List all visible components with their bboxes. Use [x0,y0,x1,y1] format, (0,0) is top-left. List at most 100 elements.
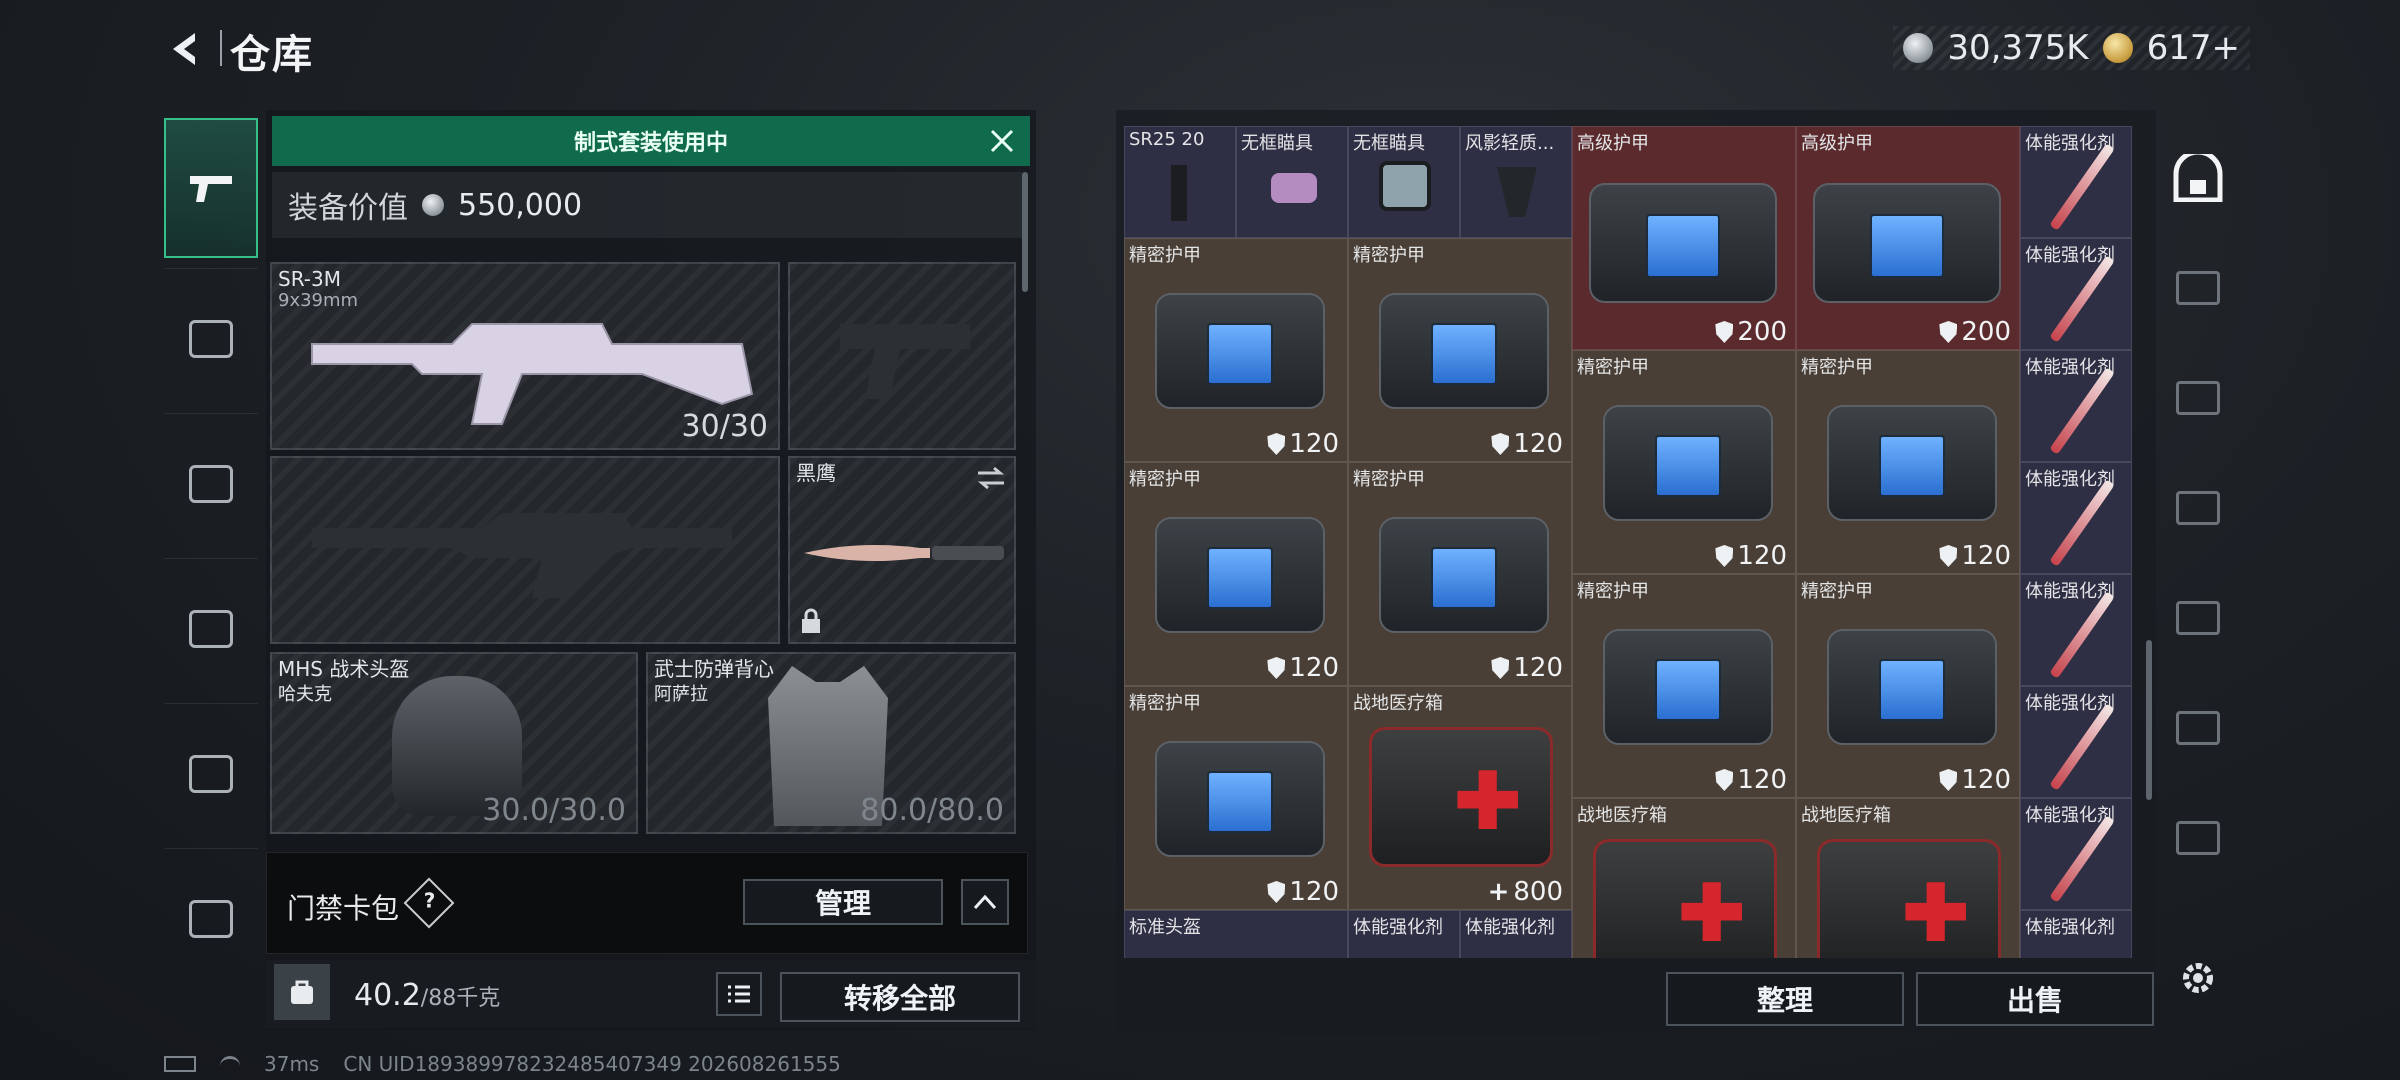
stash-item-stim[interactable]: 体能强化剂 [2020,462,2132,574]
shield-icon [1715,769,1734,791]
help-icon[interactable]: ? [403,877,455,929]
stash-item-stim[interactable]: 体能强化剂 [2020,238,2132,350]
item-name: 体能强化剂 [2025,917,2115,938]
stash-item-grip[interactable]: 风影轻质... [1460,126,1572,238]
stash-item-stim[interactable]: 体能强化剂 [2020,910,2132,958]
stash-item-stim[interactable]: 体能强化剂 [2020,798,2132,910]
armor-bag-icon [1603,629,1773,745]
stash-item-precision-armor[interactable]: 精密护甲 120 [1124,238,1348,462]
manage-button[interactable]: 管理 [743,879,943,925]
lock-icon [802,608,820,633]
nav-armor[interactable] [164,268,258,408]
sidearm-slot[interactable] [788,262,1016,450]
close-icon[interactable] [986,125,1018,157]
stash-item-stim[interactable]: 体能强化剂 [1348,910,1460,958]
vest-slot[interactable]: 武士防弹背心 阿萨拉 80.0/80.0 [646,652,1016,834]
helmet-name: MHS 战术头盔 [278,657,410,681]
shield-icon [1491,657,1510,679]
stash-item-precision-armor[interactable]: 精密护甲 120 [1124,462,1348,686]
stash-item-precision-armor[interactable]: 精密护甲 120 [1796,574,2020,798]
stash-item-helmet[interactable]: 标准头盔 [1124,910,1348,958]
stash-item-precision-armor[interactable]: 精密护甲 120 [1348,238,1572,462]
battery-icon [164,1056,196,1072]
primary-weapon-slot[interactable]: SR-3M 9x39mm 30/30 [270,262,780,450]
armor-value: 120 [1267,653,1339,683]
category-nav [164,108,258,1008]
help-icon-text: ? [423,888,436,913]
expand-button[interactable] [961,879,1009,925]
loadout-scrollbar[interactable] [1022,172,1028,292]
rail-stash-iv-2[interactable] [2170,480,2226,536]
stash-item-stim[interactable]: 体能强化剂 [1460,910,1572,958]
stash-item-magazine[interactable]: SR25 20 [1124,126,1236,238]
stash-item-stim[interactable]: 体能强化剂 [2020,126,2132,238]
stash-item-precision-armor[interactable]: 精密护甲 120 [1572,574,1796,798]
weight-current: 40.2 [354,978,421,1013]
stash-item-high-armor[interactable]: 高级护甲 200 [1572,126,1796,350]
stash-item-stim[interactable]: 体能强化剂 [2020,574,2132,686]
stash-item-sight[interactable]: 无框瞄具 [1348,126,1460,238]
item-name: 风影轻质... [1465,133,1555,154]
vest-maker: 阿萨拉 [654,684,708,705]
rail-stash-iv-4[interactable] [2170,700,2226,756]
armor-value: 120 [1491,429,1563,459]
armor-value: 120 [1939,541,2011,571]
item-name: 战地医疗箱 [1801,805,1891,826]
melee-slot[interactable]: 黑鹰 [788,456,1016,644]
settings-button[interactable] [2170,950,2226,1006]
gold-coin-icon [2102,33,2133,63]
stash-item-precision-armor[interactable]: 精密护甲 120 [1572,350,1796,574]
stash-item-high-armor[interactable]: 高级护甲 200 [1796,126,2020,350]
armor-bag-icon [1827,405,1997,521]
list-view-button[interactable] [716,972,762,1016]
stash-item-stim[interactable]: 体能强化剂 [2020,350,2132,462]
storage-case-icon [2176,821,2220,855]
stash-item-precision-armor[interactable]: 精密护甲 120 [1796,350,2020,574]
magazine-icon [1171,165,1187,221]
stash-scrollbar[interactable] [2146,640,2152,800]
sort-button[interactable]: 整理 [1666,972,1904,1026]
shield-icon [1715,545,1734,567]
medkit-icon [1369,727,1553,867]
wifi-icon [220,1056,240,1072]
stash-item-medkit[interactable]: 战地医疗箱 +800 [1348,686,1572,910]
armor-bag-icon [1589,183,1777,303]
stash-item-sight[interactable]: 无框瞄具 [1236,126,1348,238]
item-name: 精密护甲 [1129,469,1201,490]
transfer-all-button[interactable]: 转移全部 [780,972,1020,1022]
helmet-slot[interactable]: MHS 战术头盔 哈夫克 30.0/30.0 [270,652,638,834]
gold-amount[interactable]: 617+ [2147,28,2240,68]
rail-stash-iv-1[interactable] [2170,370,2226,426]
rail-stash-iv-3[interactable] [2170,590,2226,646]
medical-case-icon [2176,491,2220,525]
nav-locker[interactable] [164,703,258,843]
armor-value: 120 [1267,877,1339,907]
weight-max: /88千克 [420,986,501,1011]
nav-backpack[interactable] [164,413,258,553]
back-button[interactable] [160,24,210,74]
rail-stash-v-2[interactable] [2170,810,2226,866]
silver-amount: 30,375K [1947,28,2089,68]
swap-icon[interactable] [976,466,1006,490]
stash-item-precision-armor[interactable]: 精密护甲 120 [1124,686,1348,910]
nav-vest[interactable] [164,558,258,698]
weight-readout: 40.2/88千克 [354,978,500,1013]
stash-item-precision-armor[interactable]: 精密护甲 120 [1348,462,1572,686]
stash-item-medkit[interactable]: 战地医疗箱 [1796,798,2020,958]
secondary-weapon-slot[interactable] [270,456,780,644]
vest-name: 武士防弹背心 [654,657,774,681]
uid-readout: CN UID189389978232485407349 202608261555 [343,1052,841,1076]
stash-item-stim[interactable]: 体能强化剂 [2020,686,2132,798]
stash-item-medkit[interactable]: 战地医疗箱 [1572,798,1796,958]
equipment-value: 550,000 [458,187,583,223]
sell-button[interactable]: 出售 [1916,972,2154,1026]
item-name: 精密护甲 [1353,245,1425,266]
item-name: 无框瞄具 [1353,133,1425,154]
nav-weapons[interactable] [164,118,258,258]
armor-bag-icon [1379,293,1549,409]
rail-stash-v[interactable] [2170,260,2226,316]
syringe-icon [2049,815,2115,903]
nav-briefcase[interactable] [164,848,258,988]
equipment-value-row: 装备价值 550,000 [272,172,1022,238]
rail-main-stash[interactable] [2170,150,2226,206]
